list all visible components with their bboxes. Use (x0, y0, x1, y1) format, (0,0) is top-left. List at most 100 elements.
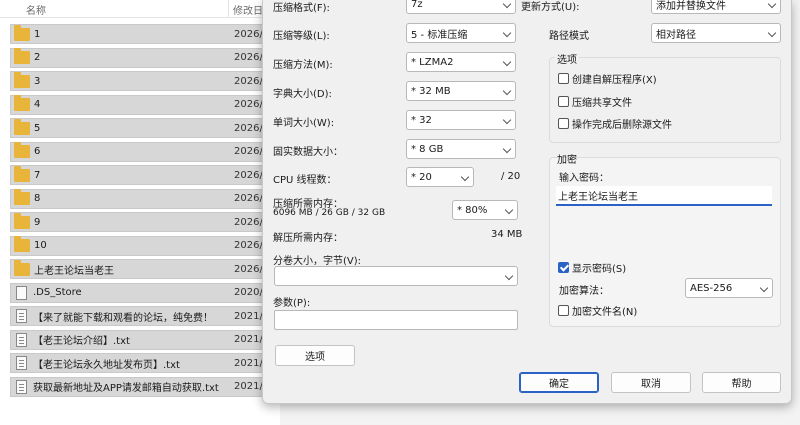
method-value: * LZMA2 (411, 56, 454, 68)
chevron-down-icon (502, 115, 512, 125)
doc-icon (16, 332, 27, 347)
memory-usage-value: * 80% (457, 204, 488, 216)
file-name: 上老王论坛当老王 (34, 265, 114, 277)
dictionary-size-select[interactable]: * 32 MB (406, 81, 516, 101)
file-row[interactable]: 【老王论坛永久地址发布页】.txt 2021/ (10, 353, 275, 373)
compress-shared-label: 压缩共享文件 (572, 98, 632, 109)
folder-icon (14, 95, 30, 111)
chevron-down-icon (502, 0, 512, 9)
file-name: 6 (34, 146, 41, 157)
encryption-method-select[interactable]: AES-256 (685, 278, 773, 298)
folder-icon (14, 236, 30, 252)
folder-icon (14, 48, 30, 64)
chevron-down-icon (502, 86, 512, 96)
file-list-header: 名称 修改日 (0, 0, 280, 18)
file-row[interactable]: 10 2026/ (10, 235, 275, 256)
file-name: 2 (34, 52, 41, 63)
delete-after-label: 操作完成后删除源文件 (572, 120, 672, 131)
update-mode-select[interactable]: 添加并替换文件 (651, 0, 781, 14)
file-date: 2026/ (234, 75, 263, 87)
file-date: 2026/ (234, 99, 263, 110)
file-row[interactable]: 4 2026/ (10, 94, 275, 115)
file-row[interactable]: 6 2026/ (10, 141, 275, 162)
folder-icon (14, 165, 30, 182)
folder-icon (14, 118, 30, 135)
chevron-down-icon (504, 205, 514, 215)
encryption-group-label: 加密 (557, 155, 577, 166)
format-label: 压缩格式(F): (273, 3, 330, 14)
encryption-method-label: 加密算法： (559, 286, 609, 297)
file-date: 2026/ (234, 169, 263, 181)
folder-icon (14, 24, 30, 41)
file-row[interactable]: 获取最新地址及APP请发邮箱自动获取.txt 2021/ (10, 376, 275, 397)
options-group-label: 选项 (555, 51, 579, 66)
chevron-down-icon (502, 57, 512, 67)
update-mode-label: 更新方式(U): (521, 2, 580, 13)
file-row[interactable]: 3 2026/ (10, 71, 275, 91)
chevron-down-icon (767, 28, 777, 38)
chevron-down-icon (759, 283, 769, 293)
file-name: 8 (34, 193, 41, 204)
file-name: 1 (34, 28, 41, 40)
checkbox-checked-icon (558, 262, 569, 273)
file-row[interactable]: 【来了就能下载和观看的论坛，纯免费！ 2021/ (10, 306, 275, 326)
help-button[interactable]: 帮助 (702, 372, 781, 393)
file-name: 7 (34, 169, 41, 181)
folder-icon (14, 259, 30, 276)
file-row[interactable]: 1 2026/ (10, 24, 275, 44)
method-label: 压缩方法(M): (273, 60, 333, 71)
file-row[interactable]: 上老王论坛当老王 2026/ (10, 259, 275, 279)
file-name: 获取最新地址及APP请发邮箱自动获取.txt (33, 383, 219, 394)
column-header-modified[interactable]: 修改日 (233, 2, 263, 17)
column-header-name[interactable]: 名称 (26, 2, 46, 17)
file-date: 2021/ (234, 357, 263, 369)
password-label: 输入密码： (559, 173, 609, 184)
file-name: .DS_Store (33, 287, 82, 298)
level-value: 5 - 标准压缩 (411, 29, 468, 41)
cpu-threads-select[interactable]: * 20 (406, 167, 474, 187)
compress-shared-checkbox[interactable]: 压缩共享文件 (558, 94, 632, 109)
doc-icon (16, 356, 27, 370)
cancel-button[interactable]: 取消 (611, 372, 691, 393)
parameters-label: 参数(P): (273, 298, 311, 309)
file-icon (16, 285, 27, 300)
word-size-select[interactable]: * 32 (406, 110, 516, 130)
file-name: 10 (34, 240, 47, 251)
password-input[interactable]: 上老王论坛当老王 (556, 186, 772, 206)
file-row[interactable]: 【老王论坛介绍】.txt 2021/ (10, 329, 275, 350)
cpu-threads-value: * 20 (411, 171, 432, 183)
level-select[interactable]: 5 - 标准压缩 (406, 23, 516, 43)
path-mode-select[interactable]: 相对路径 (651, 23, 781, 43)
method-select[interactable]: * LZMA2 (406, 52, 516, 72)
checkbox-unchecked-icon (558, 305, 569, 316)
encryption-method-value: AES-256 (690, 282, 733, 294)
solid-block-select[interactable]: * 8 GB (406, 139, 516, 159)
checkbox-unchecked-icon (558, 96, 569, 107)
file-row[interactable]: 2 2026/ (10, 47, 275, 68)
ok-button[interactable]: 确定 (519, 372, 599, 393)
split-volume-select[interactable] (274, 266, 518, 286)
file-name: 【来了就能下载和观看的论坛，纯免费！ (33, 312, 213, 324)
file-row[interactable]: 5 2026/ (10, 118, 275, 138)
split-volume-label: 分卷大小，字节(V): (273, 256, 362, 267)
options-button[interactable]: 选项 (275, 345, 355, 366)
password-value: 上老王论坛当老王 (558, 191, 638, 203)
file-row[interactable]: .DS_Store 2020/ (10, 282, 275, 303)
checkbox-unchecked-icon (558, 118, 569, 129)
column-separator[interactable] (228, 0, 229, 18)
format-select[interactable]: 7z (406, 0, 516, 14)
delete-after-checkbox[interactable]: 操作完成后删除源文件 (558, 116, 672, 131)
show-password-checkbox[interactable]: 显示密码(S) (558, 260, 626, 275)
parameters-input[interactable] (274, 310, 518, 330)
file-name: 5 (34, 122, 41, 134)
create-sfx-checkbox[interactable]: 创建自解压程序(X) (558, 71, 657, 86)
file-row[interactable]: 9 2026/ (10, 212, 275, 232)
file-row[interactable]: 8 2026/ (10, 188, 275, 209)
path-mode-label: 路径模式 (549, 31, 589, 42)
cpu-threads-label: CPU 线程数： (273, 175, 337, 186)
file-list: 名称 修改日 1 2026/2 2026/3 2026/4 2026/5 2026/6 20… (0, 0, 280, 425)
memory-usage-select[interactable]: * 80% (452, 200, 518, 220)
encrypt-filenames-checkbox[interactable]: 加密文件名(N) (558, 303, 637, 318)
file-date: 2026/ (234, 193, 263, 204)
file-row[interactable]: 7 2026/ (10, 165, 275, 185)
